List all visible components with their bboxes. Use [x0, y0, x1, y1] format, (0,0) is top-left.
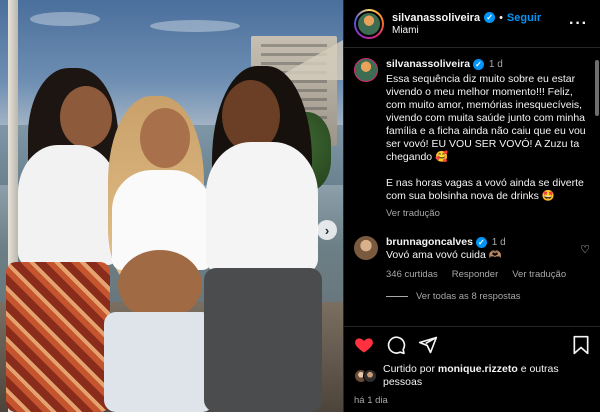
separator-dot: • [499, 11, 503, 24]
post-actions: Curtido por monique.rizzeto e outras pes… [344, 326, 600, 412]
caption-see-translation[interactable]: Ver tradução [386, 207, 590, 220]
post-header: silvanassoliveira ✓ • Seguir Miami ··· [344, 0, 600, 48]
caption: silvanassoliveira ✓ 1 d Essa sequência d… [354, 58, 590, 220]
comment-item: brunnagoncalves ✓ 1 d Vovó ama vovó cuid… [354, 236, 590, 281]
bookmark-icon[interactable] [572, 335, 590, 355]
chevron-right-icon: › [324, 222, 330, 238]
comment-time: 1 d [491, 237, 506, 248]
author-username[interactable]: silvanassoliveira [392, 12, 480, 24]
post-photo[interactable]: › [0, 0, 343, 412]
post-side-panel: silvanassoliveira ✓ • Seguir Miami ··· s… [343, 0, 600, 412]
caption-text: Essa sequência diz muito sobre eu estar … [386, 73, 586, 202]
cloud [30, 12, 100, 26]
comment-icon[interactable] [386, 335, 406, 355]
replies-line [386, 296, 408, 297]
liked-by-user[interactable]: monique.rizzeto [438, 363, 518, 375]
comment-text: Vovó ama vovó cuida 🫶🏽 [386, 249, 502, 261]
caption-time: 1 d [488, 59, 503, 70]
comment-avatar[interactable] [354, 236, 378, 260]
caption-avatar[interactable] [354, 58, 378, 82]
comment-see-translation[interactable]: Ver tradução [512, 268, 566, 281]
follow-button[interactable]: Seguir [507, 12, 541, 24]
comment-likes-count[interactable]: 346 curtidas [386, 268, 438, 281]
liked-by-prefix: Curtido por [383, 363, 438, 375]
liked-by-avatars[interactable] [354, 369, 377, 383]
post-time-ago: há 1 dia [354, 395, 388, 406]
heart-filled-icon[interactable] [354, 335, 374, 355]
view-replies-button[interactable]: Ver todas as 8 respostas [386, 291, 590, 302]
cloud [150, 20, 240, 32]
post-location[interactable]: Miami [392, 25, 567, 36]
comment-username[interactable]: brunnagoncalves [386, 236, 473, 248]
author-avatar[interactable] [354, 8, 384, 39]
comment-reply-button[interactable]: Responder [452, 268, 498, 281]
view-replies-label: Ver todas as 8 respostas [416, 291, 521, 302]
verified-badge-icon: ✓ [475, 237, 487, 248]
comment-like-icon[interactable]: ♡ [580, 244, 590, 257]
share-icon[interactable] [418, 335, 438, 355]
instagram-post: › silvanassoliveira ✓ • Seguir Miami ··· [0, 0, 600, 412]
caption-username[interactable]: silvanassoliveira [386, 58, 470, 70]
comments-section[interactable]: silvanassoliveira ✓ 1 d Essa sequência d… [344, 48, 600, 326]
verified-badge-icon: ✓ [484, 12, 496, 23]
verified-badge-icon: ✓ [472, 59, 484, 70]
more-options-icon[interactable]: ··· [567, 15, 590, 33]
liked-by: Curtido por monique.rizzeto e outras pes… [354, 363, 590, 389]
scrollbar[interactable] [595, 60, 599, 116]
carousel-next-button[interactable]: › [317, 220, 337, 240]
